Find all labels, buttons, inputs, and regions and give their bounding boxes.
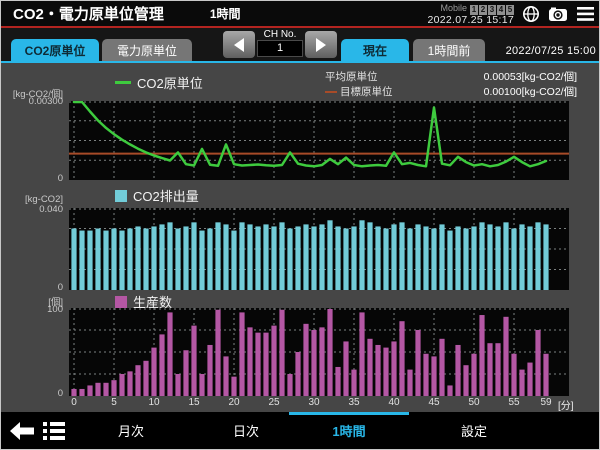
nav-hourly-label: 1時間 [332,421,365,440]
tab-prev-hour[interactable]: 1時間前 [413,39,485,61]
tab-co2-intensity-label: CO2原単位 [25,42,86,59]
co2-intensity-legend-label: CO2原単位 [137,73,203,92]
production-chart [69,308,569,396]
avg-intensity-value: 0.00053[kg-CO2/個] [484,69,577,84]
target-intensity-row: 目標原単位 0.00100[kg-CO2/個] [325,84,577,99]
nav-daily[interactable]: 日次 [216,412,276,449]
mobile-channel-indicators: 12345 [469,2,514,15]
footer-nav: 月次 日次 1時間 設定 [1,412,600,449]
x-tick-55: 55 [500,397,528,408]
header-bar: CO2・電力原単位管理 1時間 Mobile 12345 2022.07.25 … [1,1,600,26]
target-line-swatch [325,91,337,93]
co2-emission-chart [69,208,569,290]
charts-area: CO2原単位 平均原単位 0.00053[kg-CO2/個] 目標原単位 0.0… [1,63,600,414]
tab-power-intensity-label: 電力原単位 [117,42,177,59]
ch-selector: CH No. 1 [257,29,303,57]
mobile-channel-2: 2 [479,5,487,15]
co2-emission-legend: CO2排出量 [115,186,199,205]
x-axis-labels: 0 5 10 15 20 25 30 35 40 45 50 55 59[分] [1,397,600,409]
x-tick-0: 0 [60,397,88,408]
co2-intensity-legend: CO2原単位 [115,73,203,92]
ch-no-label: CH No. [257,29,303,40]
nav-settings[interactable]: 設定 [444,412,504,449]
page-title: CO2・電力原単位管理 [13,3,164,24]
x-tick-50: 50 [460,397,488,408]
x-tick-5: 5 [100,397,128,408]
nav-daily-label: 日次 [233,421,259,440]
x-tick-10: 10 [140,397,168,408]
production-swatch [115,296,127,308]
co2-emission-swatch [115,190,127,202]
x-tick-30: 30 [300,397,328,408]
x-tick-59: 59 [532,397,560,408]
avg-intensity-row: 平均原単位 0.00053[kg-CO2/個] [325,69,577,84]
chart2-y-max: 0.040 [1,204,63,215]
x-tick-20: 20 [220,397,248,408]
ch-next-button[interactable] [305,31,337,58]
tab-current-label: 現在 [363,42,387,59]
tab-co2-intensity[interactable]: CO2原単位 [11,39,99,61]
header-datetime: 2022.07.25 15:17 [427,15,514,26]
x-tick-35: 35 [340,397,368,408]
mobile-channel-3: 3 [488,5,496,15]
target-intensity-value: 0.00100[kg-CO2/個] [484,84,577,99]
chart3-y-max: 100 [1,304,63,315]
tab-power-intensity[interactable]: 電力原単位 [102,39,192,61]
camera-icon[interactable] [548,4,568,24]
avg-intensity-label: 平均原単位 [325,69,378,84]
chart2-y-min: 0 [1,282,63,293]
x-tick-45: 45 [420,397,448,408]
tab-prev-hour-label: 1時間前 [428,42,471,59]
mobile-status: Mobile 12345 2022.07.25 15:17 [427,2,514,26]
mobile-channel-5: 5 [506,5,514,15]
x-tick-40: 40 [380,397,408,408]
x-tick-15: 15 [180,397,208,408]
co2-intensity-chart [69,101,569,180]
menu-icon[interactable] [575,4,595,24]
back-button[interactable] [9,419,35,443]
chart1-y-max: 0.00300 [1,96,63,107]
ch-no-value: 1 [257,40,303,57]
nav-hourly[interactable]: 1時間 [319,412,379,449]
nav-monthly-label: 月次 [118,421,144,440]
co2-intensity-line-swatch [115,81,131,84]
mobile-label: Mobile [440,3,467,14]
target-intensity-text: 目標原単位 [340,84,393,99]
toolbar: CO2原単位 電力原単位 CH No. 1 現在 1時間前 2022/07/25… [1,28,600,61]
header-period-label: 1時間 [210,5,241,22]
mobile-channel-4: 4 [497,5,505,15]
globe-icon[interactable] [521,4,541,24]
target-intensity-label: 目標原単位 [325,84,393,99]
hmi-screen: CO2・電力原単位管理 1時間 Mobile 12345 2022.07.25 … [0,0,600,450]
x-tick-25: 25 [260,397,288,408]
data-timestamp: 2022/07/25 15:00 [506,45,596,57]
tab-current[interactable]: 現在 [341,39,409,61]
chart1-y-min: 0 [1,173,63,184]
x-axis-unit: [分] [558,397,574,412]
nav-settings-label: 設定 [461,421,487,440]
mobile-channel-1: 1 [470,5,478,15]
co2-emission-legend-label: CO2排出量 [133,186,199,205]
ch-prev-button[interactable] [223,31,255,58]
list-menu-button[interactable] [41,419,67,443]
nav-monthly[interactable]: 月次 [101,412,161,449]
